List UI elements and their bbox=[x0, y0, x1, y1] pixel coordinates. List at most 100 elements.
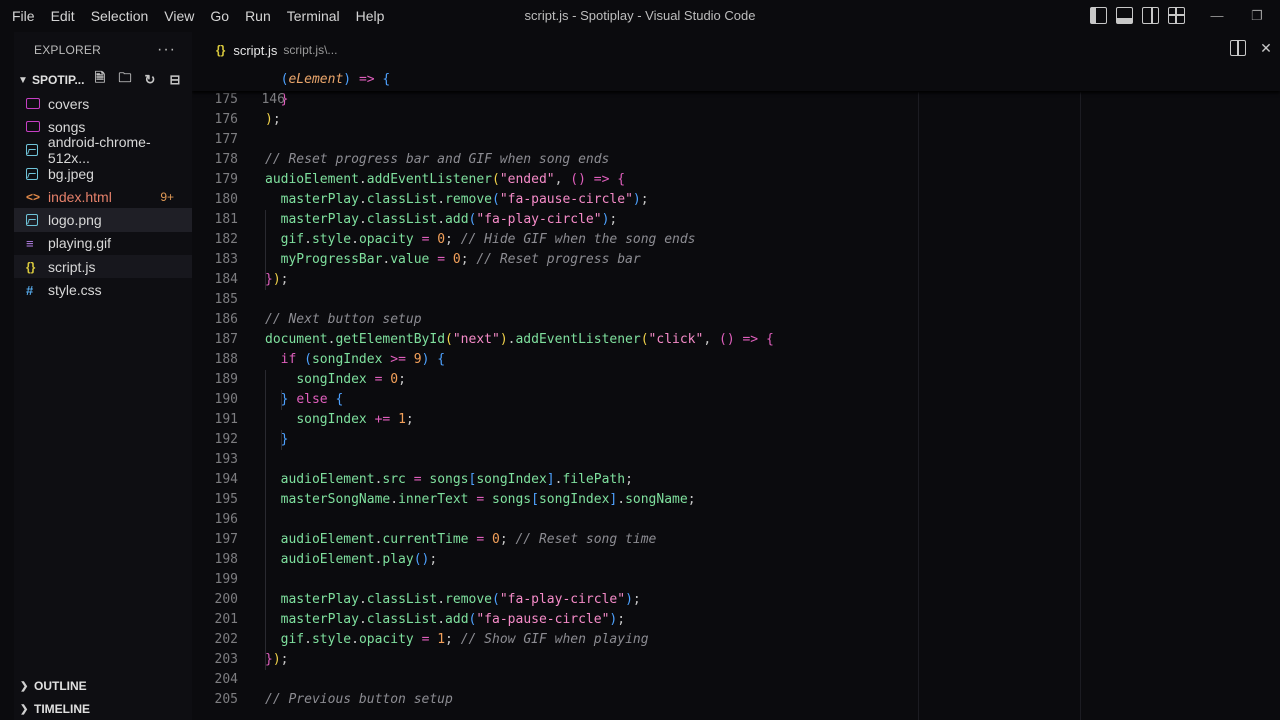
more-actions-icon[interactable]: ··· bbox=[157, 41, 176, 59]
menu-help[interactable]: Help bbox=[348, 0, 393, 32]
code-line-182: 182 gif.style.opacity = 0; // Hide GIF w… bbox=[214, 232, 696, 247]
code-line-200: 200 masterPlay.classList.remove("fa-play… bbox=[214, 592, 641, 607]
code-line-204: 204 bbox=[214, 672, 238, 687]
problems-badge: 9+ bbox=[160, 189, 174, 204]
code-line: (eLement) => { bbox=[280, 72, 391, 87]
tree-item-label: script.js bbox=[48, 258, 96, 275]
collapse-all-icon[interactable]: ⊟ bbox=[166, 71, 184, 89]
folder-icon bbox=[26, 98, 40, 110]
code-line-194: 194 audioElement.src = songs[songIndex].… bbox=[214, 472, 633, 487]
folder-icon bbox=[26, 121, 40, 133]
timeline-label: TIMELINE bbox=[34, 702, 90, 716]
tree-item-script-js[interactable]: {} script.js bbox=[14, 255, 192, 279]
tree-item-label: logo.png bbox=[48, 212, 102, 229]
new-folder-icon[interactable]: 🗀 bbox=[116, 70, 134, 89]
code-line-195: 195 masterSongName.innerText = songs[son… bbox=[214, 492, 696, 507]
minimize-icon[interactable]: — bbox=[1202, 0, 1232, 32]
code-line-201: 201 masterPlay.classList.add("fa-pause-c… bbox=[214, 612, 626, 627]
chevron-right-icon: ❯ bbox=[20, 680, 29, 692]
menu-selection[interactable]: Selection bbox=[83, 0, 157, 32]
code-line-193: 193 bbox=[214, 452, 238, 467]
tree-item-label: playing.gif bbox=[48, 235, 112, 252]
code-line-179: 179 audioElement.addEventListener("ended"… bbox=[214, 172, 626, 187]
code-line-189: 189 songIndex = 0; bbox=[214, 372, 406, 387]
gif-file-icon: ≡ bbox=[26, 235, 34, 251]
tab-path: script.js\... bbox=[283, 43, 338, 57]
image-file-icon bbox=[26, 214, 38, 227]
js-file-icon: {} bbox=[216, 43, 226, 57]
html-file-icon: <> bbox=[26, 189, 41, 204]
menu-view[interactable]: View bbox=[156, 0, 202, 32]
toggle-primary-sidebar-icon[interactable] bbox=[1090, 7, 1107, 24]
menu-bar: File Edit Selection View Go Run Terminal… bbox=[0, 0, 392, 32]
image-file-icon bbox=[26, 144, 38, 157]
code-line-199: 199 bbox=[214, 572, 238, 587]
customize-layout-icon[interactable] bbox=[1168, 7, 1185, 24]
layout-controls bbox=[1090, 7, 1185, 24]
menu-terminal[interactable]: Terminal bbox=[279, 0, 348, 32]
outline-label: OUTLINE bbox=[34, 679, 87, 693]
folder-actions: 🗎 🗀 ↻ ⊟ bbox=[91, 70, 192, 89]
tree-item-index-html[interactable]: <> index.html 9+ bbox=[14, 185, 192, 208]
workspace-folder[interactable]: ▼ SPOTIP... 🗎 🗀 ↻ ⊟ bbox=[14, 68, 192, 92]
code-line-187: 187 document.getElementById("next").addEv… bbox=[214, 332, 774, 347]
split-editor-icon[interactable] bbox=[1230, 40, 1246, 56]
tree-item-label: style.css bbox=[48, 282, 102, 299]
new-file-icon[interactable]: 🗎 bbox=[91, 70, 109, 89]
tree-item-logo[interactable]: logo.png bbox=[14, 208, 192, 232]
code-line-191: 191 songIndex += 1; bbox=[214, 412, 414, 427]
editor-actions: ✕ bbox=[1230, 40, 1274, 56]
code-line-192: 192 } bbox=[214, 432, 289, 447]
timeline-section[interactable]: ❯ TIMELINE bbox=[14, 698, 192, 720]
explorer-sidebar: EXPLORER ··· ▼ SPOTIP... 🗎 🗀 ↻ ⊟ covers … bbox=[14, 32, 192, 720]
tree-item-style-css[interactable]: # style.css bbox=[14, 278, 192, 301]
tree-item-bg[interactable]: bg.jpeg bbox=[14, 162, 192, 185]
menu-file[interactable]: File bbox=[4, 0, 43, 32]
image-file-icon bbox=[26, 167, 38, 180]
code-line-197: 197 audioElement.currentTime = 0; // Res… bbox=[214, 532, 657, 547]
tree-item-covers[interactable]: covers bbox=[14, 92, 192, 115]
explorer-title: EXPLORER bbox=[34, 43, 101, 57]
code-editor[interactable]: 146 (eLement) => { }); 175 } 176); 177 1… bbox=[192, 70, 1280, 720]
tree-item-android-chrome[interactable]: android-chrome-512x... bbox=[14, 134, 192, 166]
refresh-icon[interactable]: ↻ bbox=[141, 71, 159, 89]
menu-edit[interactable]: Edit bbox=[43, 0, 83, 32]
tab-label: script.js bbox=[233, 42, 278, 58]
tree-item-label: covers bbox=[48, 95, 90, 112]
code-line-198: 198 audioElement.play(); bbox=[214, 552, 438, 567]
sticky-scroll-header[interactable]: 146 (eLement) => { bbox=[192, 70, 1280, 107]
code-line-205: 205// Previous button setup bbox=[214, 692, 453, 707]
code-line-178: 178// Reset progress bar and GIF when so… bbox=[214, 152, 610, 167]
toggle-panel-icon[interactable] bbox=[1116, 7, 1133, 24]
css-file-icon: # bbox=[26, 282, 34, 298]
menu-go[interactable]: Go bbox=[202, 0, 237, 32]
explorer-header: EXPLORER ··· bbox=[14, 32, 192, 68]
tab-script-js[interactable]: {} script.js script.js\... bbox=[192, 32, 355, 68]
js-file-icon: {} bbox=[26, 259, 36, 274]
code-line-202: 202 gif.style.opacity = 1; // Show GIF w… bbox=[214, 632, 649, 647]
code-line-181: 181 masterPlay.classList.add("fa-play-ci… bbox=[214, 212, 618, 227]
code-line-184: 184}); bbox=[214, 272, 289, 287]
outline-section[interactable]: ❯ OUTLINE bbox=[14, 675, 192, 697]
title-bar: File Edit Selection View Go Run Terminal… bbox=[0, 0, 1280, 32]
tree-item-playing-gif[interactable]: ≡ playing.gif bbox=[14, 232, 192, 255]
menu-run[interactable]: Run bbox=[237, 0, 279, 32]
line-number: 146 bbox=[261, 92, 285, 107]
code-line-180: 180 masterPlay.classList.remove("fa-paus… bbox=[214, 192, 649, 207]
tree-item-label: songs bbox=[48, 118, 86, 135]
chevron-right-icon: ❯ bbox=[20, 703, 29, 715]
code-line-188: 188 if (songIndex >= 9) { bbox=[214, 352, 446, 367]
code-line-196: 196 bbox=[214, 512, 238, 527]
chevron-down-icon: ▼ bbox=[18, 74, 28, 86]
workspace-folder-label: SPOTIP... bbox=[32, 73, 85, 87]
code-line-185: 185 bbox=[214, 292, 238, 307]
vertical-scrollbar[interactable] bbox=[1266, 92, 1280, 720]
editor-ruler bbox=[918, 92, 919, 720]
tree-item-label: bg.jpeg bbox=[48, 165, 94, 182]
code-line-186: 186// Next button setup bbox=[214, 312, 422, 327]
toggle-secondary-sidebar-icon[interactable] bbox=[1142, 7, 1159, 24]
code-line-203: 203}); bbox=[214, 652, 289, 667]
code-line-190: 190 } else { bbox=[214, 392, 344, 407]
close-icon[interactable]: ✕ bbox=[1258, 40, 1274, 56]
restore-icon[interactable]: ❐ bbox=[1242, 0, 1272, 32]
